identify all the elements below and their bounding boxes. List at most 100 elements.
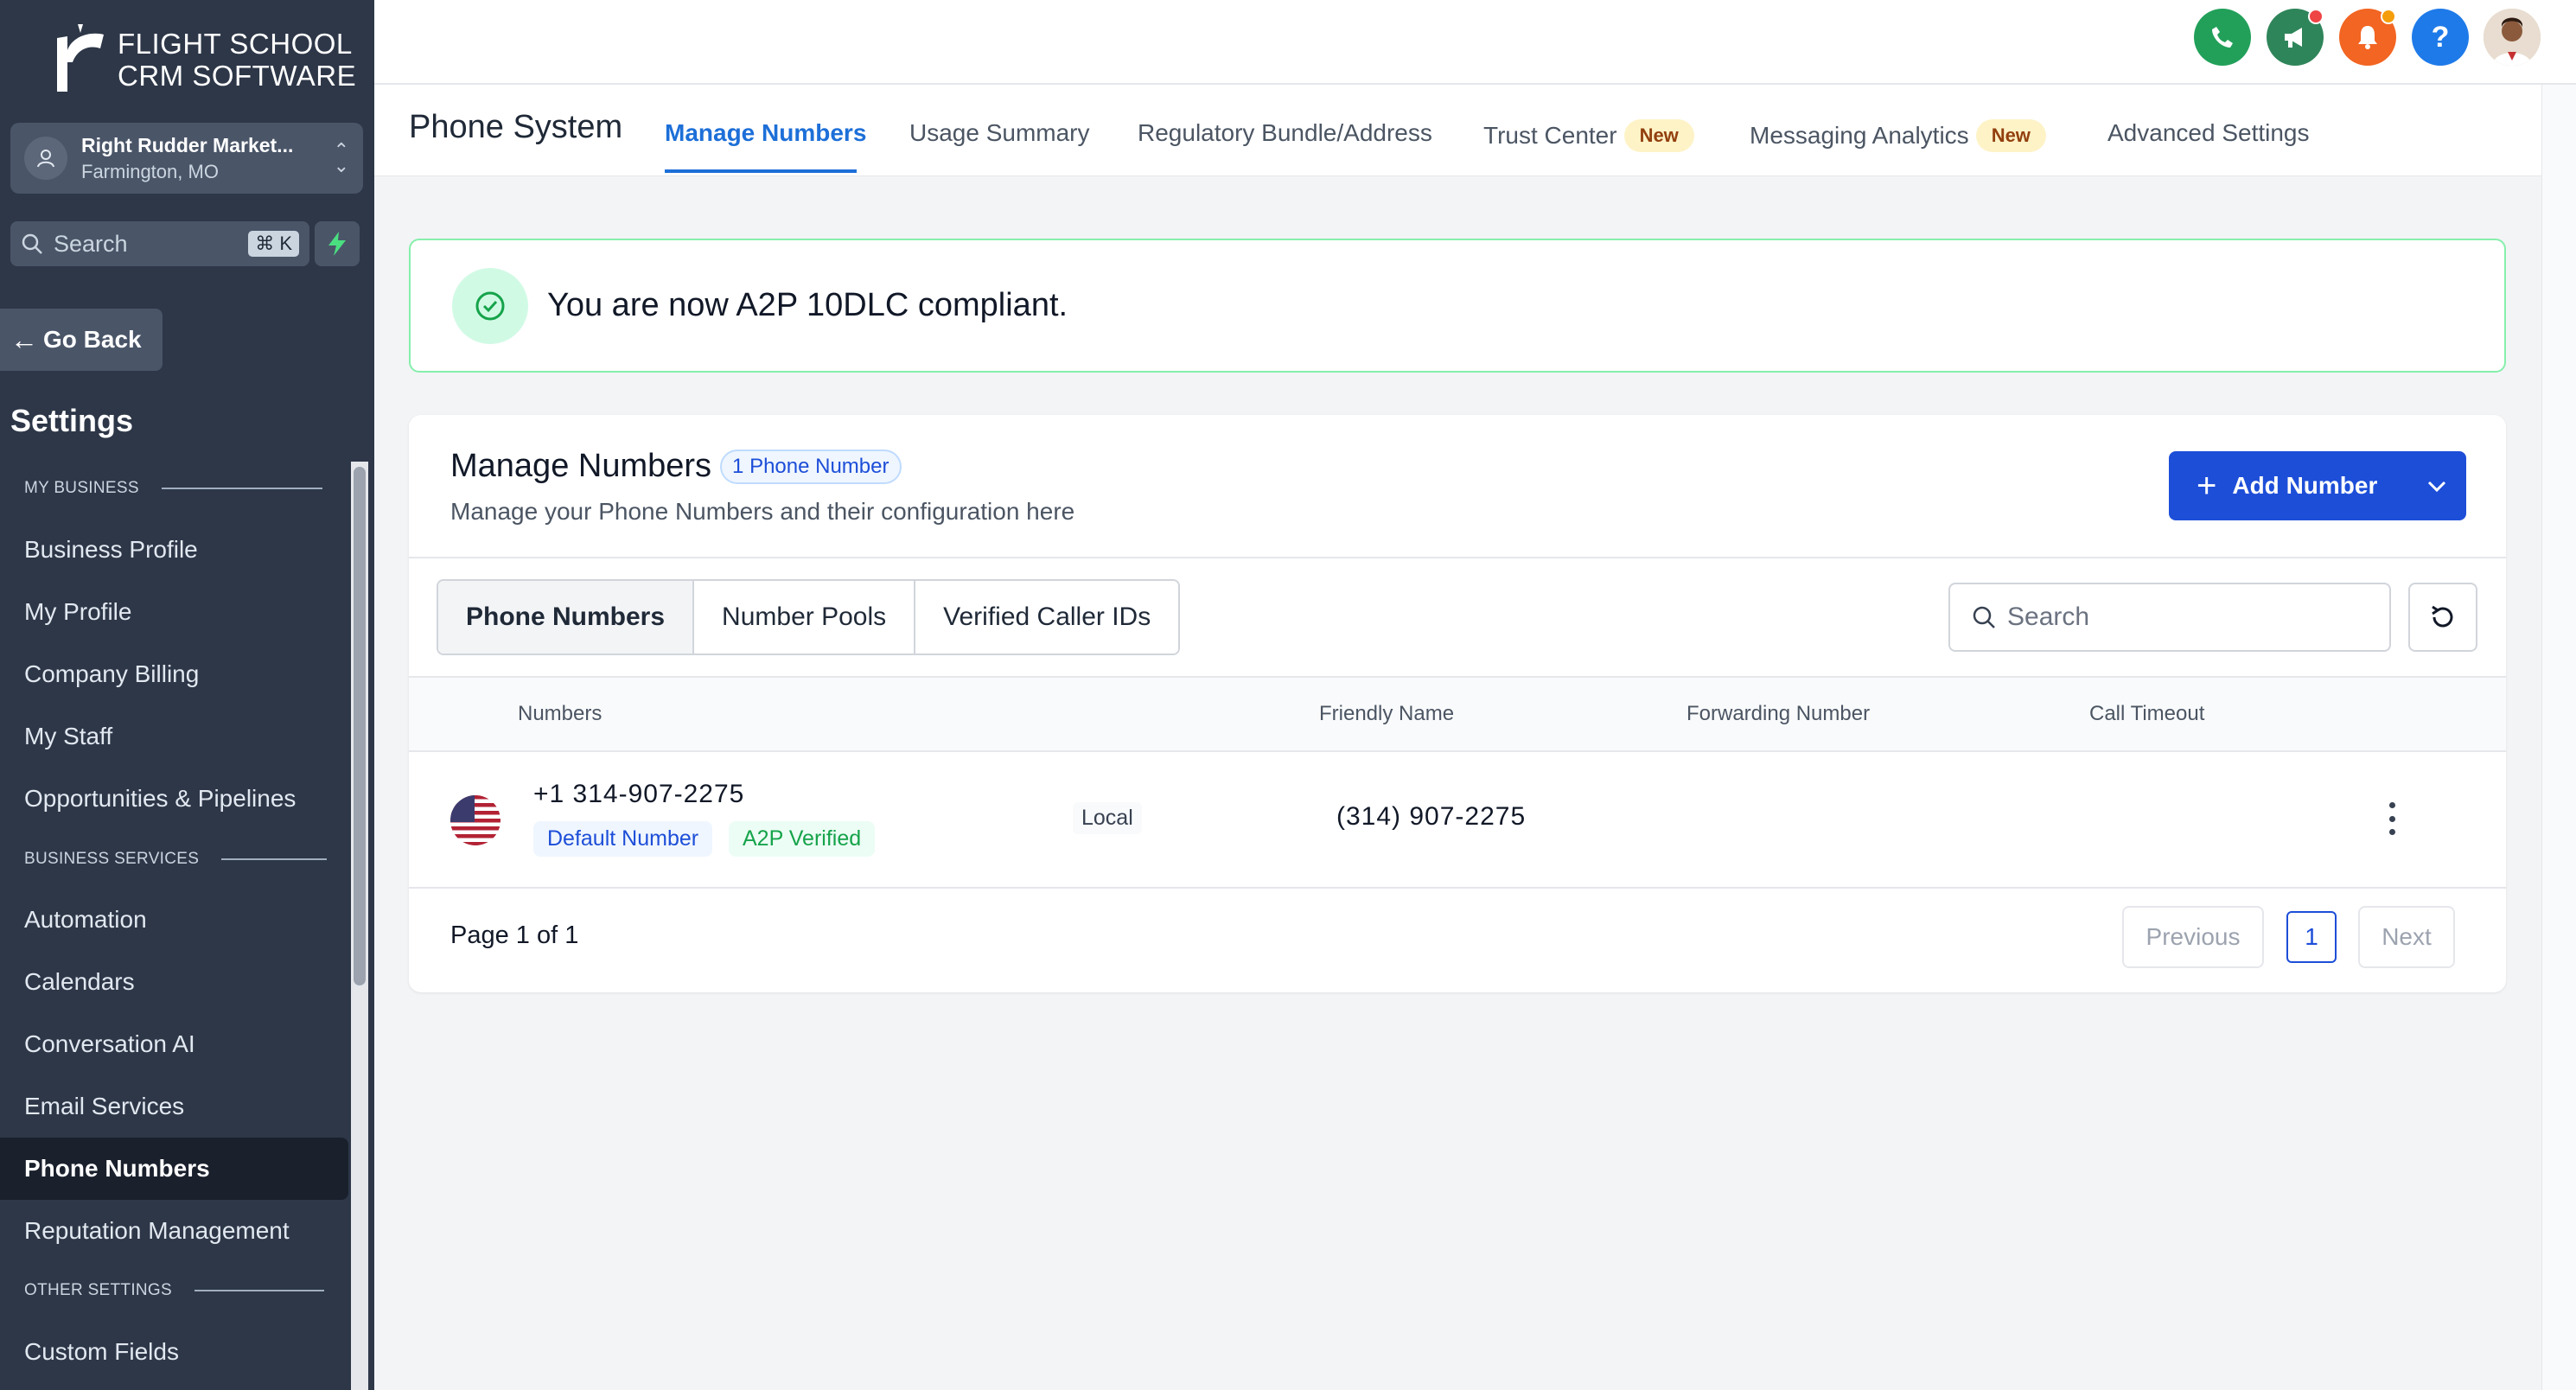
account-location: Farmington, MO bbox=[81, 160, 219, 182]
section-label: MY BUSINESS bbox=[24, 479, 139, 497]
search-icon bbox=[1973, 606, 1995, 628]
add-number-button[interactable]: + Add Number bbox=[2169, 451, 2466, 520]
check-badge-icon bbox=[452, 267, 528, 344]
page-info: Page 1 of 1 bbox=[450, 921, 579, 949]
number-type: Local bbox=[1073, 802, 1142, 834]
number-type-tabs: Phone Numbers Number Pools Verified Call… bbox=[437, 579, 1181, 655]
tab-advanced-settings[interactable]: Advanced Settings bbox=[2107, 119, 2310, 147]
a2p-verified-badge: A2P Verified bbox=[729, 821, 876, 857]
compliance-alert: You are now A2P 10DLC compliant. bbox=[409, 239, 2506, 373]
settings-heading: Settings bbox=[10, 403, 134, 438]
tab-messaging-analytics[interactable]: Messaging Analytics New bbox=[1750, 119, 2046, 152]
notification-dot bbox=[2381, 9, 2396, 24]
section-divider bbox=[161, 488, 322, 489]
arrow-left-icon: ← bbox=[10, 323, 38, 355]
next-page-button[interactable]: Next bbox=[2358, 906, 2455, 968]
lightning-icon bbox=[328, 232, 346, 256]
account-switcher[interactable]: Right Rudder Market... Farmington, MO ⌃ ⌄ bbox=[10, 123, 363, 194]
brand-line-1: FLIGHT SCHOOL bbox=[118, 28, 353, 60]
phone-number: +1 314-907-2275 bbox=[533, 780, 745, 808]
more-options-icon[interactable] bbox=[2375, 797, 2409, 840]
table-header: Numbers Friendly Name Forwarding Number … bbox=[409, 676, 2506, 752]
search-placeholder: Search bbox=[2007, 603, 2090, 631]
go-back-label: Go Back bbox=[43, 326, 142, 353]
sidebar-item-automation[interactable]: Automation bbox=[0, 889, 348, 951]
column-forwarding-number: Forwarding Number bbox=[1687, 702, 1871, 725]
section-business-services: BUSINESS SERVICES bbox=[24, 850, 328, 869]
segment-number-pools[interactable]: Number Pools bbox=[694, 581, 916, 654]
column-numbers: Numbers bbox=[518, 702, 603, 725]
section-label: OTHER SETTINGS bbox=[24, 1281, 172, 1299]
phone-icon[interactable] bbox=[2194, 9, 2251, 66]
default-number-badge: Default Number bbox=[533, 821, 713, 857]
brand-logo[interactable]: FLIGHT SCHOOL CRM SOFTWARE bbox=[52, 24, 356, 95]
section-divider bbox=[194, 1290, 324, 1291]
new-badge: New bbox=[1975, 119, 2046, 152]
sidebar-item-reputation[interactable]: Reputation Management bbox=[0, 1200, 348, 1262]
segment-phone-numbers[interactable]: Phone Numbers bbox=[438, 581, 695, 654]
column-call-timeout: Call Timeout bbox=[2089, 702, 2205, 725]
us-flag-icon bbox=[450, 795, 501, 845]
chevron-down-icon[interactable] bbox=[2407, 451, 2466, 520]
sidebar-search-placeholder: Search bbox=[54, 230, 128, 257]
go-back-button[interactable]: ← Go Back bbox=[0, 309, 163, 371]
sidebar-item-email-services[interactable]: Email Services bbox=[0, 1075, 348, 1138]
manage-numbers-card: Manage Numbers 1 Phone Number Manage you… bbox=[409, 415, 2506, 992]
plus-icon: + bbox=[2197, 466, 2217, 505]
sidebar: FLIGHT SCHOOL CRM SOFTWARE Right Rudder … bbox=[0, 0, 374, 1390]
sidebar-item-my-staff[interactable]: My Staff bbox=[0, 705, 348, 768]
sidebar-item-my-profile[interactable]: My Profile bbox=[0, 581, 348, 643]
chevron-updown-icon: ⌃ ⌄ bbox=[333, 139, 349, 176]
account-name: Right Rudder Market... bbox=[81, 133, 294, 156]
card-divider bbox=[409, 557, 2506, 558]
refresh-button[interactable] bbox=[2408, 583, 2477, 652]
card-title-text: Manage Numbers bbox=[450, 448, 712, 484]
numbers-search-input[interactable]: Search bbox=[1948, 583, 2391, 652]
alert-message: You are now A2P 10DLC compliant. bbox=[547, 287, 1068, 323]
table-row[interactable]: +1 314-907-2275 Default Number A2P Verif… bbox=[409, 752, 2506, 889]
tab-trust-center[interactable]: Trust Center New bbox=[1483, 119, 1694, 152]
sidebar-item-phone-numbers[interactable]: Phone Numbers bbox=[0, 1138, 348, 1200]
page-title: Phone System bbox=[409, 109, 623, 145]
phone-count-badge: 1 Phone Number bbox=[720, 449, 902, 484]
rudder-logo-icon bbox=[57, 24, 104, 92]
section-my-business: MY BUSINESS bbox=[24, 479, 322, 498]
page-number-1[interactable]: 1 bbox=[2286, 911, 2337, 963]
section-other-settings: OTHER SETTINGS bbox=[24, 1281, 324, 1300]
sidebar-item-business-profile[interactable]: Business Profile bbox=[0, 519, 348, 581]
section-label: BUSINESS SERVICES bbox=[24, 850, 200, 868]
sidebar-scrollbar[interactable] bbox=[351, 462, 368, 1390]
account-user-icon bbox=[24, 137, 67, 180]
shortcut-badge: ⌘ K bbox=[248, 231, 299, 257]
section-divider bbox=[221, 858, 328, 860]
help-glyph: ? bbox=[2431, 20, 2450, 54]
previous-page-button[interactable]: Previous bbox=[2122, 906, 2264, 968]
card-title: Manage Numbers 1 Phone Number bbox=[450, 448, 902, 485]
refresh-icon bbox=[2432, 605, 2453, 628]
main-scrollbar[interactable] bbox=[2541, 85, 2576, 1390]
sidebar-scrollbar-thumb[interactable] bbox=[354, 467, 366, 985]
quick-actions-button[interactable] bbox=[315, 221, 360, 266]
friendly-name: (314) 907-2275 bbox=[1336, 802, 1527, 831]
search-icon bbox=[22, 233, 42, 254]
add-number-label: Add Number bbox=[2232, 472, 2378, 499]
sidebar-item-company-billing[interactable]: Company Billing bbox=[0, 643, 348, 705]
card-subtitle: Manage your Phone Numbers and their conf… bbox=[450, 498, 1075, 525]
sidebar-item-conversation-ai[interactable]: Conversation AI bbox=[0, 1013, 348, 1075]
tab-manage-numbers[interactable]: Manage Numbers bbox=[665, 119, 866, 147]
sidebar-item-custom-fields[interactable]: Custom Fields bbox=[0, 1321, 348, 1383]
account-details: Right Rudder Market... Farmington, MO bbox=[81, 134, 334, 183]
notification-dot bbox=[2308, 9, 2324, 24]
column-friendly-name: Friendly Name bbox=[1319, 702, 1455, 725]
tab-label: Messaging Analytics bbox=[1750, 122, 1969, 149]
sidebar-item-calendars[interactable]: Calendars bbox=[0, 951, 348, 1013]
segment-verified-caller-ids[interactable]: Verified Caller IDs bbox=[915, 581, 1179, 654]
help-icon[interactable]: ? bbox=[2412, 9, 2469, 66]
sidebar-item-opportunities[interactable]: Opportunities & Pipelines bbox=[0, 768, 348, 830]
sidebar-search[interactable]: Search ⌘ K bbox=[10, 221, 309, 266]
tab-usage-summary[interactable]: Usage Summary bbox=[909, 119, 1090, 147]
user-avatar[interactable] bbox=[2484, 9, 2541, 66]
tab-regulatory-bundle[interactable]: Regulatory Bundle/Address bbox=[1138, 119, 1432, 147]
active-tab-indicator bbox=[665, 169, 857, 173]
brand-line-2: CRM SOFTWARE bbox=[118, 60, 357, 92]
